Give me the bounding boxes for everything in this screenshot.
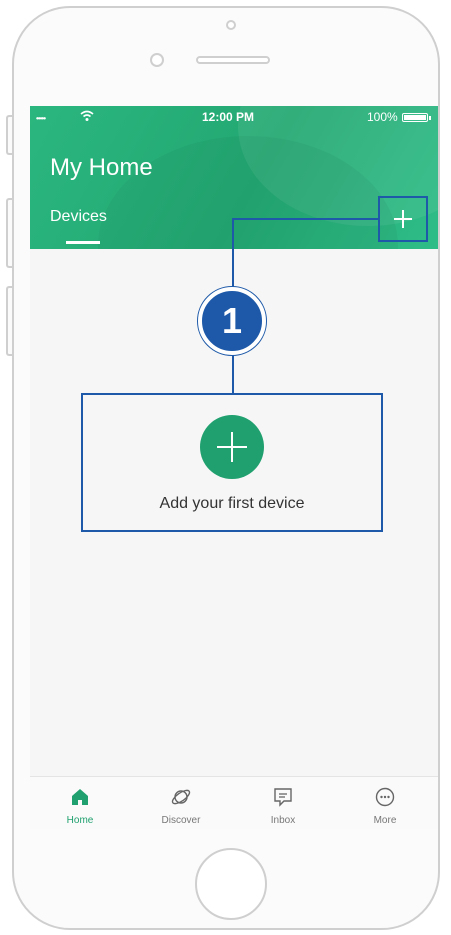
app-header: ••••• 12:00 PM 100% My Home Devices xyxy=(30,106,438,249)
mute-switch xyxy=(6,115,12,155)
planet-icon xyxy=(170,786,192,808)
step-badge: 1 xyxy=(198,287,266,355)
annotation-highlight-header-add xyxy=(378,196,428,242)
camera xyxy=(226,20,236,30)
volume-down-button xyxy=(6,286,12,356)
nav-label-inbox: Inbox xyxy=(270,815,296,826)
page-title: My Home xyxy=(50,154,153,181)
nav-item-more[interactable]: More xyxy=(350,777,420,829)
ellipsis-circle-icon xyxy=(374,786,396,808)
status-time: 12:00 PM xyxy=(202,110,255,124)
bottom-navigation: Home Discover Inbox More xyxy=(30,776,438,829)
nav-label-discover: Discover xyxy=(161,815,201,826)
nav-label-more: More xyxy=(373,815,397,826)
front-sensor xyxy=(150,53,164,67)
nav-label-home: Home xyxy=(66,815,94,826)
annotation-highlight-add-device xyxy=(81,393,383,532)
volume-up-button xyxy=(6,198,12,268)
tab-devices[interactable]: Devices xyxy=(50,208,107,226)
annotation-connector xyxy=(232,218,378,220)
nav-item-discover[interactable]: Discover xyxy=(146,777,216,829)
wifi-icon xyxy=(80,110,94,125)
message-icon xyxy=(272,786,294,808)
status-bar: ••••• 12:00 PM 100% xyxy=(30,106,438,128)
home-icon xyxy=(69,786,91,808)
signal-strength: ••••• xyxy=(36,114,46,123)
tab-active-indicator xyxy=(66,241,100,244)
home-button[interactable] xyxy=(195,848,267,920)
nav-item-home[interactable]: Home xyxy=(45,777,115,829)
earpiece-speaker xyxy=(196,56,270,64)
battery-percentage: 100% xyxy=(367,110,398,124)
battery-icon xyxy=(402,113,431,122)
nav-item-inbox[interactable]: Inbox xyxy=(248,777,318,829)
